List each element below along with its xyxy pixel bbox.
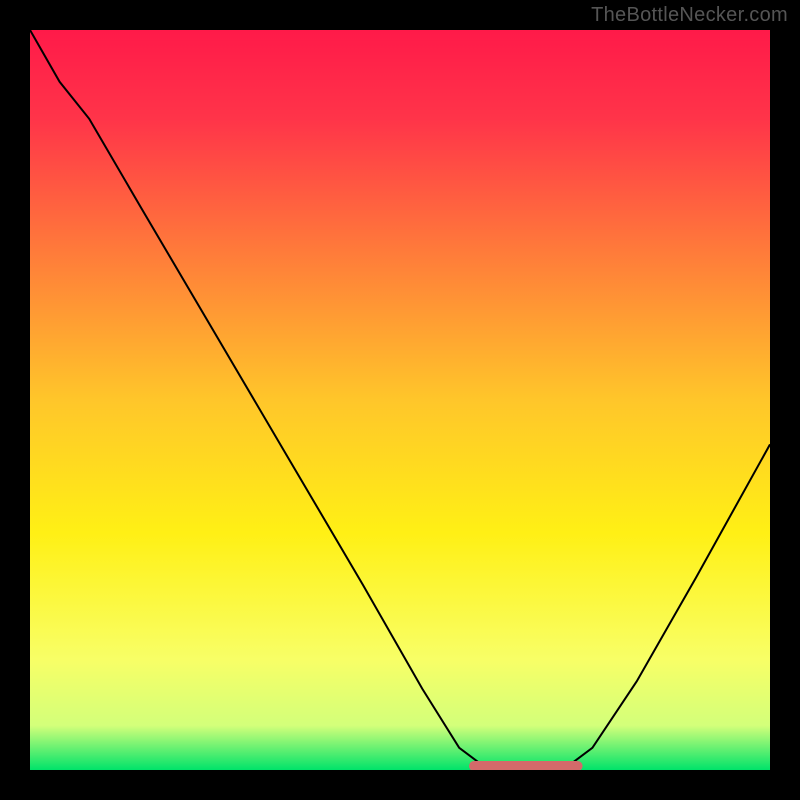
watermark-text: TheBottleNecker.com [591, 4, 788, 27]
chart-container: TheBottleNecker.com [0, 0, 800, 800]
chart-plot [30, 30, 770, 770]
gradient-background [30, 30, 770, 770]
